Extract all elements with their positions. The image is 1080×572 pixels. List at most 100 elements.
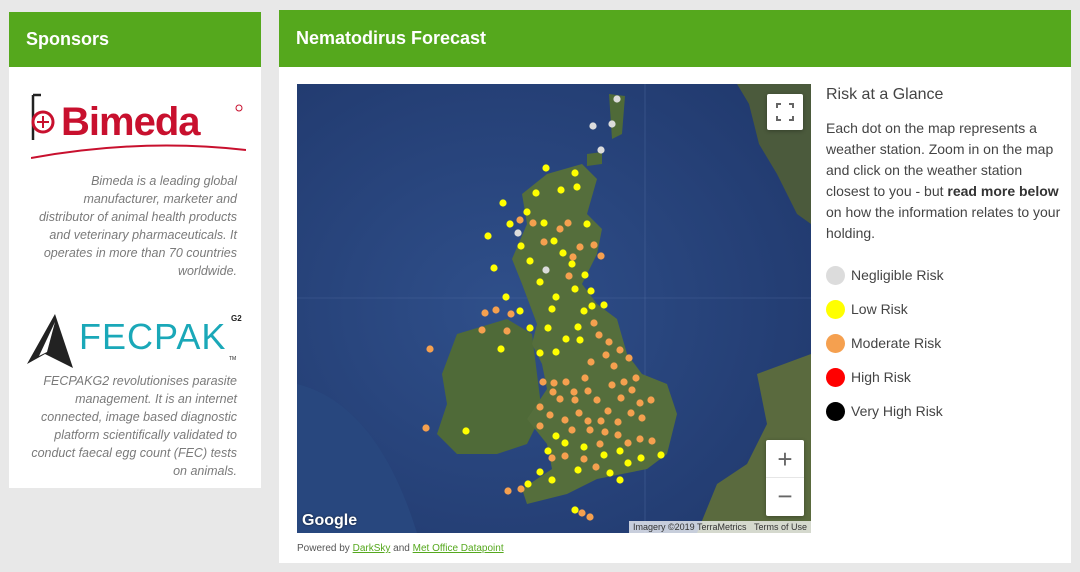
weather-station-low[interactable] [536,349,544,357]
weather-station-low[interactable] [580,307,588,315]
weather-station-low[interactable] [588,302,596,310]
weather-station-moderate[interactable] [556,395,564,403]
weather-station-moderate[interactable] [628,386,636,394]
weather-station-low[interactable] [571,169,579,177]
weather-station-moderate[interactable] [605,338,613,346]
weather-station-low[interactable] [583,220,591,228]
weather-station-moderate[interactable] [550,379,558,387]
weather-station-moderate[interactable] [569,253,577,261]
weather-station-moderate[interactable] [481,309,489,317]
terms-link[interactable]: Terms of Use [754,522,807,532]
weather-station-low[interactable] [526,324,534,332]
weather-station-low[interactable] [536,468,544,476]
weather-station-moderate[interactable] [568,426,576,434]
weather-station-low[interactable] [561,439,569,447]
weather-station-low[interactable] [536,278,544,286]
weather-station-moderate[interactable] [593,396,601,404]
fecpak-logo[interactable]: FECPAK G2 TM [25,312,250,372]
weather-station-moderate[interactable] [503,327,511,335]
weather-station-low[interactable] [574,466,582,474]
read-more-link[interactable]: read more below [947,183,1058,199]
weather-station-low[interactable] [548,476,556,484]
weather-station-low[interactable] [526,257,534,265]
weather-station-low[interactable] [532,189,540,197]
weather-station-low[interactable] [571,285,579,293]
weather-station-low[interactable] [552,293,560,301]
weather-station-negligible[interactable] [589,122,597,130]
weather-station-moderate[interactable] [492,306,500,314]
weather-station-moderate[interactable] [575,409,583,417]
weather-station-moderate[interactable] [632,374,640,382]
weather-station-moderate[interactable] [587,358,595,366]
weather-station-moderate[interactable] [570,388,578,396]
weather-station-negligible[interactable] [514,229,522,237]
weather-station-low[interactable] [562,335,570,343]
weather-station-moderate[interactable] [620,378,628,386]
weather-station-moderate[interactable] [576,243,584,251]
weather-station-moderate[interactable] [590,241,598,249]
zoom-in-button[interactable]: + [766,440,804,478]
weather-station-moderate[interactable] [478,326,486,334]
weather-station-low[interactable] [606,469,614,477]
weather-station-moderate[interactable] [590,319,598,327]
weather-station-negligible[interactable] [597,146,605,154]
weather-station-moderate[interactable] [529,219,537,227]
weather-station-moderate[interactable] [636,435,644,443]
weather-station-moderate[interactable] [608,381,616,389]
weather-station-low[interactable] [581,271,589,279]
weather-station-moderate[interactable] [636,399,644,407]
weather-station-moderate[interactable] [624,439,632,447]
weather-station-moderate[interactable] [581,374,589,382]
weather-station-moderate[interactable] [638,414,646,422]
weather-station-moderate[interactable] [602,351,610,359]
weather-station-moderate[interactable] [549,388,557,396]
fullscreen-button[interactable] [767,94,803,130]
weather-station-low[interactable] [559,249,567,257]
weather-station-moderate[interactable] [539,378,547,386]
darksky-link[interactable]: DarkSky [353,543,391,554]
weather-station-moderate[interactable] [595,331,603,339]
weather-station-moderate[interactable] [625,354,633,362]
weather-station-low[interactable] [544,447,552,455]
weather-station-moderate[interactable] [562,378,570,386]
weather-station-moderate[interactable] [597,252,605,260]
weather-station-moderate[interactable] [561,416,569,424]
weather-station-moderate[interactable] [504,487,512,495]
weather-station-moderate[interactable] [648,437,656,445]
weather-station-low[interactable] [502,293,510,301]
weather-station-moderate[interactable] [584,387,592,395]
weather-station-low[interactable] [516,307,524,315]
weather-station-moderate[interactable] [507,310,515,318]
bimeda-logo[interactable]: Bimeda [30,90,247,160]
weather-station-moderate[interactable] [627,409,635,417]
weather-station-low[interactable] [573,183,581,191]
weather-station-low[interactable] [557,186,565,194]
weather-station-moderate[interactable] [516,216,524,224]
weather-station-moderate[interactable] [561,452,569,460]
weather-station-moderate[interactable] [517,485,525,493]
weather-station-moderate[interactable] [596,440,604,448]
weather-station-low[interactable] [462,427,470,435]
weather-station-low[interactable] [580,443,588,451]
weather-station-moderate[interactable] [614,418,622,426]
weather-station-negligible[interactable] [608,120,616,128]
weather-station-low[interactable] [552,432,560,440]
weather-station-moderate[interactable] [536,422,544,430]
weather-station-moderate[interactable] [616,346,624,354]
weather-station-low[interactable] [600,451,608,459]
google-logo[interactable]: Google [302,512,357,530]
weather-station-low[interactable] [624,459,632,467]
weather-station-moderate[interactable] [604,407,612,415]
weather-station-low[interactable] [540,219,548,227]
forecast-map[interactable]: + − Google Imagery ©2019 TerraMetrics Te… [297,84,811,533]
weather-station-moderate[interactable] [546,411,554,419]
weather-station-low[interactable] [576,336,584,344]
weather-station-low[interactable] [552,348,560,356]
weather-station-moderate[interactable] [614,431,622,439]
weather-station-moderate[interactable] [578,509,586,517]
weather-station-low[interactable] [574,323,582,331]
weather-station-moderate[interactable] [571,396,579,404]
weather-station-moderate[interactable] [564,219,572,227]
weather-station-low[interactable] [497,345,505,353]
weather-station-moderate[interactable] [647,396,655,404]
